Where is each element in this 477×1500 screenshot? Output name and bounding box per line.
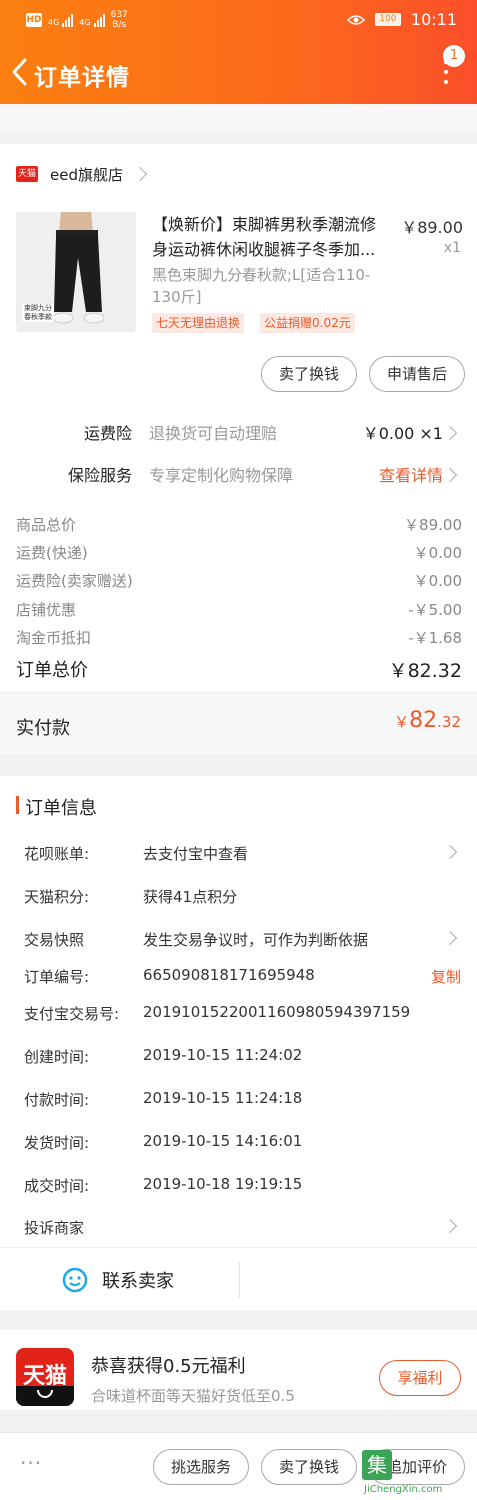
price-row-freight-insurance: 运费险(卖家赠送) ￥0.00 [16, 572, 462, 590]
sell-button[interactable]: 卖了换钱 [261, 356, 357, 392]
service-label: 保险服务 [67, 466, 132, 485]
info-label: 创建时间: [24, 1048, 90, 1066]
watermark: 集 JiChengXin.com [362, 1448, 474, 1498]
info-label: 发货时间: [24, 1134, 90, 1152]
info-label: 订单编号: [24, 968, 90, 986]
network-speed: 637 B/s [110, 10, 128, 30]
paid-amount: ￥82.32 [394, 708, 461, 733]
contact-seller-button[interactable]: 联系卖家 [62, 1262, 174, 1298]
product-qty: x1 [443, 240, 461, 256]
battery-icon: 100 [374, 13, 401, 26]
notification-badge[interactable]: 1 [443, 45, 465, 67]
image-caption: 束脚九分 春秋季款 [22, 304, 54, 322]
select-service-button[interactable]: 挑选服务 [153, 1449, 249, 1485]
info-value: 2019-10-15 11:24:18 [143, 1089, 303, 1107]
header-bar: HD 4G 4G 637 B/s 100 10:11 订单详情 1 [0, 0, 477, 104]
spacer-band [0, 104, 477, 132]
service-desc: 专享定制化购物保障 [149, 466, 294, 485]
status-bar: HD 4G 4G 637 B/s 100 10:11 [0, 0, 477, 40]
store-header[interactable]: 天猫 eed旗舰店 [16, 162, 148, 186]
service-row-freight-insurance[interactable]: 运费险 退换货可自动理赔 ￥0.00 ×1 [0, 420, 477, 448]
complain-link[interactable]: 投诉商家 [24, 1217, 84, 1238]
tmall-badge: 天猫 [16, 166, 38, 182]
info-value: 2019-10-15 14:16:01 [143, 1132, 303, 1150]
after-sales-button[interactable]: 申请售后 [369, 356, 465, 392]
info-label: 天猫积分: [24, 888, 90, 906]
info-label: 支付宝交易号: [24, 1005, 120, 1023]
view-details-link[interactable]: 查看详情 [379, 462, 443, 486]
info-label: 付款时间: [24, 1091, 90, 1109]
chevron-right-icon [132, 166, 148, 182]
clock: 10:11 [410, 10, 457, 29]
service-row-insurance[interactable]: 保险服务 专享定制化购物保障 查看详情 [0, 462, 477, 490]
claim-benefit-button[interactable]: 享福利 [379, 1360, 461, 1396]
product-image[interactable]: 束脚九分 春秋季款 [16, 212, 136, 332]
product-title[interactable]: 【焕新价】束脚裤男秋季潮流修身运动裤休闲收腿裤子冬季加... [152, 212, 390, 262]
service-desc: 退换货可自动理赔 [149, 424, 278, 443]
price-row-shipping: 运费(快递) ￥0.00 [16, 544, 462, 562]
section-marker [16, 796, 19, 814]
vertical-divider [239, 1262, 240, 1298]
product-price: ￥89.00 [401, 218, 463, 237]
tag-charity: 公益捐赠0.02元 [260, 313, 355, 333]
hd-icon: HD [26, 13, 42, 27]
signal-icon-2: 4G [79, 13, 105, 27]
price-row-store-discount: 店铺优惠 -￥5.00 [16, 601, 462, 619]
back-icon[interactable] [8, 56, 32, 88]
order-info-title: 订单信息 [25, 798, 97, 819]
order-total-row: 订单总价 ￥82.32 [16, 660, 462, 682]
chat-face-icon [62, 1267, 88, 1293]
price-row-coin-discount: 淘金币抵扣 -￥1.68 [16, 629, 462, 647]
price-row-goods: 商品总价 ￥89.00 [16, 516, 462, 534]
huabei-link[interactable]: 去支付宝中查看 [143, 843, 248, 864]
promo-title: 恭喜获得0.5元福利 [91, 1356, 246, 1377]
paid-label: 实付款 [16, 718, 70, 739]
chevron-right-icon [442, 467, 458, 483]
info-label: 花呗账单: [24, 845, 90, 863]
promo-subtitle: 合味道杯面等天猫好货低至0.5 [91, 1387, 295, 1405]
sell-resale-button[interactable]: 卖了换钱 [261, 1449, 357, 1485]
divider [0, 1247, 477, 1248]
order-number: 665090818171695948 [143, 966, 315, 984]
product-sku: 黑色束脚九分春秋款;L[适合110-130斤] [152, 266, 371, 306]
snapshot-link[interactable]: 发生交易争议时，可作为判断依据 [143, 929, 368, 950]
tmall-logo: 天猫 [16, 1348, 74, 1406]
store-name: eed旗舰店 [50, 165, 123, 184]
info-value: 获得41点积分 [143, 888, 238, 906]
eye-icon [346, 14, 365, 25]
info-value: 2019-10-15 11:24:02 [143, 1046, 303, 1064]
more-dots-icon[interactable]: ··· [20, 1451, 42, 1475]
service-label: 运费险 [83, 424, 132, 443]
info-value: 2019101522001160980594397159 [143, 1003, 411, 1021]
paid-row: 实付款 ￥82.32 [0, 694, 477, 754]
tag-return-policy: 七天无理由退换 [152, 313, 245, 333]
service-value: ￥0.00 ×1 [362, 424, 443, 443]
info-label: 成交时间: [24, 1177, 90, 1195]
contact-seller-label: 联系卖家 [102, 1271, 174, 1292]
info-label: 交易快照 [24, 931, 85, 949]
info-value: 2019-10-18 19:19:15 [143, 1175, 303, 1193]
copy-button[interactable]: 复制 [431, 966, 461, 987]
signal-icon: 4G [48, 13, 74, 27]
chevron-right-icon [442, 425, 458, 441]
page-title: 订单详情 [34, 65, 130, 91]
